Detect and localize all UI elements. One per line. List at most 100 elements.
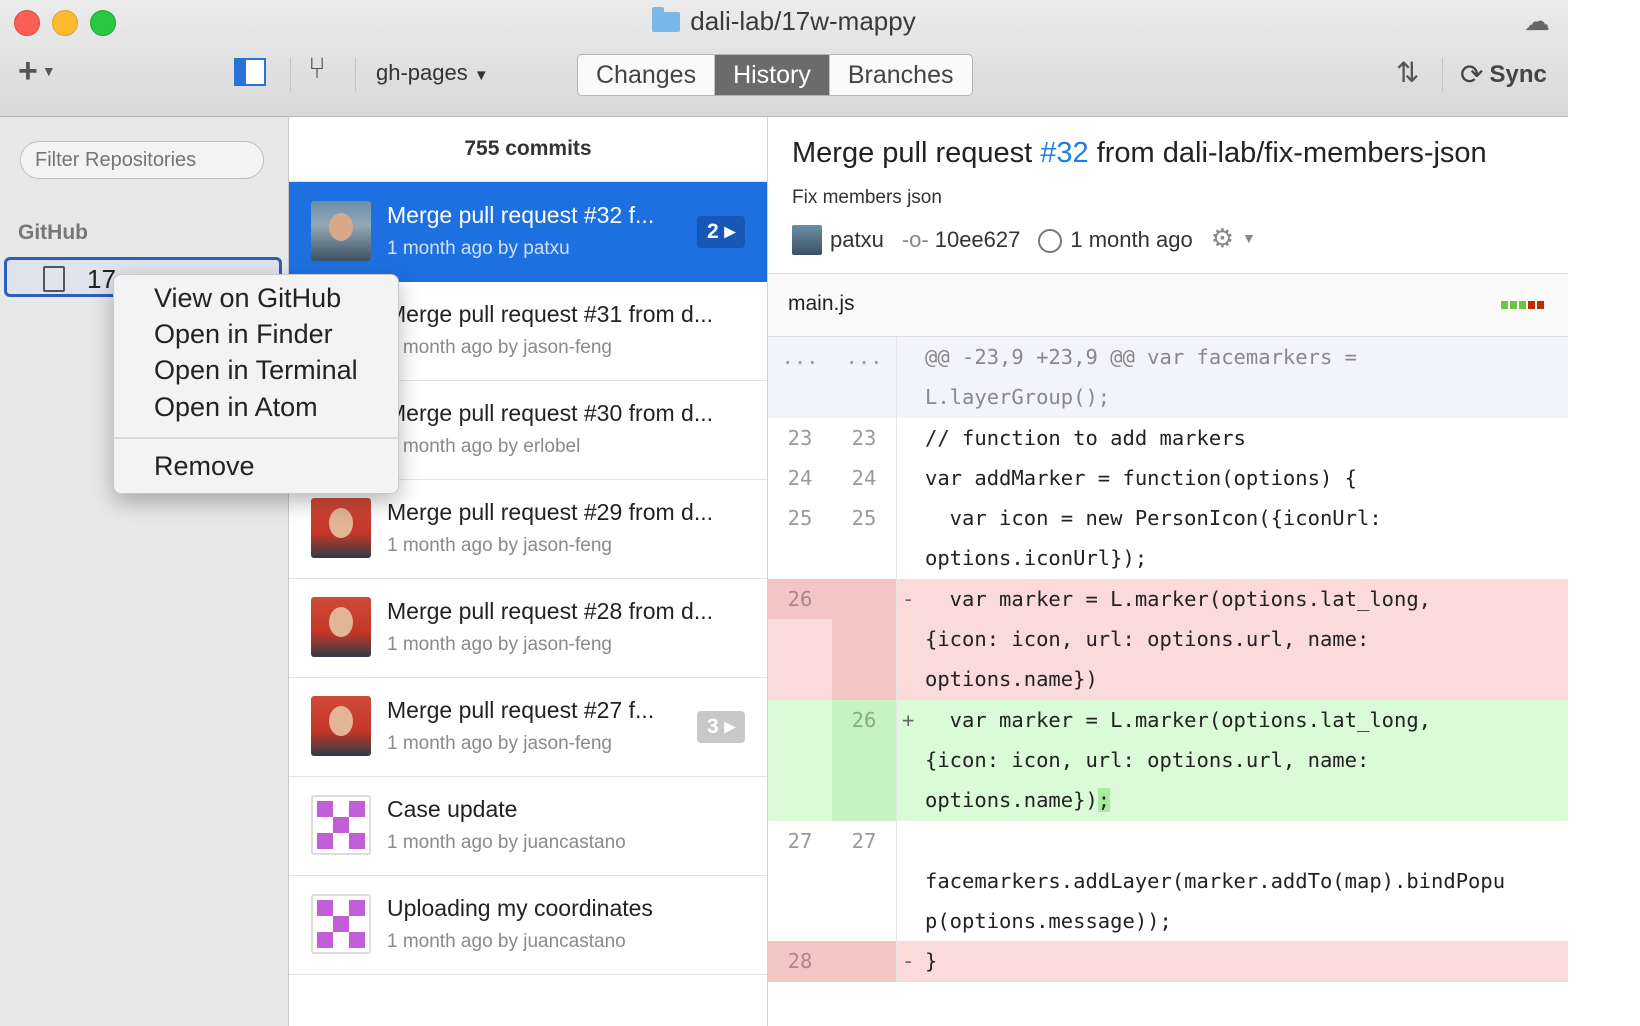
commit-time: 1 month ago [1070, 227, 1193, 252]
diff-stat-block [1501, 301, 1508, 309]
repo-icon [43, 266, 65, 292]
code-text: {icon: icon, url: options.url, name: [925, 747, 1370, 772]
commit-title: Merge pull request #32 f... [387, 202, 655, 228]
old-line-number: 27 [787, 828, 813, 853]
new-line-number [832, 901, 897, 942]
title-prefix: Merge pull request [792, 137, 1041, 169]
folder-icon [652, 7, 681, 32]
file-header[interactable]: main.js [768, 273, 1568, 337]
title-suffix: from dali-lab/fix-members-json [1088, 137, 1487, 169]
commit-title: Merge pull request #28 from d... [387, 598, 713, 624]
new-line-number [832, 538, 897, 579]
create-branch-icon[interactable]: ⑂ [308, 52, 326, 86]
commit-info-row: patxu -o- 10ee627 1 month ago ⚙ ▼ [792, 223, 1256, 257]
commit-row[interactable]: Merge pull request #28 from d... 1 month… [289, 578, 767, 678]
old-line-number: 26 [768, 578, 832, 620]
diff-line: 26 + var marker = L.marker(options.lat_lo… [768, 699, 1568, 740]
diff-stat [1501, 301, 1544, 309]
diff-stat-block [1537, 301, 1544, 309]
menu-item-open-in-terminal[interactable]: Open in Terminal [154, 355, 358, 386]
commit-title: Merge pull request #30 from d... [387, 400, 713, 426]
sidebar-toggle-icon[interactable] [234, 58, 266, 86]
avatar [311, 597, 371, 657]
commit-meta: 1 month ago by erlobel [387, 436, 581, 457]
commit-title: Merge pull request #29 from d... [387, 499, 713, 525]
commit-detail: Merge pull request #32 from dali-lab/fix… [768, 117, 1568, 1026]
commit-meta: 1 month ago by juancastano [387, 931, 626, 952]
old-line-number: 24 [787, 465, 813, 490]
new-line-number [832, 659, 897, 700]
diff-line: 23 23 // function to add markers [768, 417, 1568, 458]
code-text: } [925, 949, 938, 974]
diff-line: 25 25 var icon = new PersonIcon({iconUrl: [768, 498, 1568, 539]
window-title-text: dali-lab/17w-mappy [690, 6, 916, 36]
old-line-number: 28 [768, 941, 832, 982]
commit-row[interactable]: Case update 1 month ago by juancastano [289, 776, 767, 876]
commit-row[interactable]: Merge pull request #32 f... 1 month ago … [289, 182, 767, 282]
new-line-number [832, 619, 897, 660]
diff-line: options.name}) [768, 659, 1568, 700]
new-line-number: 26 [832, 699, 897, 740]
new-line-number [832, 780, 897, 821]
commit-count-badge[interactable]: 2 ▸ [697, 216, 745, 248]
file-name: main.js [788, 292, 855, 315]
diff-line: 26 - var marker = L.marker(options.lat_lo… [768, 578, 1568, 620]
diff-stat-block [1519, 301, 1526, 309]
cloud-upload-icon[interactable]: ☁ [1524, 6, 1550, 37]
menu-item-open-in-finder[interactable]: Open in Finder [154, 319, 333, 350]
commit-list: 755 commits Merge pull request #32 f... … [289, 117, 768, 1026]
commit-row[interactable]: Uploading my coordinates 1 month ago by … [289, 875, 767, 975]
new-line-number: ... [832, 337, 897, 378]
avatar [311, 696, 371, 756]
commit-meta: 1 month ago by patxu [387, 238, 570, 259]
menu-item-open-in-atom[interactable]: Open in Atom [154, 392, 318, 423]
diff-line: {icon: icon, url: options.url, name: [768, 619, 1568, 660]
code-text: var marker = L.marker(options.lat_long, [925, 707, 1432, 732]
new-line-number [832, 860, 897, 902]
diff-stat-block [1528, 301, 1535, 309]
commit-meta: 1 month ago by jason-feng [387, 634, 612, 655]
toolbar-divider [355, 58, 356, 92]
gear-icon[interactable]: ⚙ [1211, 223, 1234, 253]
chevron-down-icon: ▼ [473, 67, 489, 84]
pull-request-link[interactable]: #32 [1040, 137, 1088, 169]
sync-button[interactable]: ⟳ Sync [1460, 58, 1547, 91]
commit-row[interactable]: Merge pull request #27 f... 1 month ago … [289, 677, 767, 777]
diff-line: 24 24 var addMarker = function(options) { [768, 457, 1568, 499]
tab-branches[interactable]: Branches [830, 55, 972, 95]
commit-count-badge[interactable]: 3 ▸ [697, 711, 745, 743]
highlighted-change: ; [1097, 788, 1111, 813]
commit-title: Merge pull request #27 f... [387, 697, 655, 723]
desktop-background [1568, 0, 1640, 1026]
menu-item-remove[interactable]: Remove [154, 451, 255, 482]
filter-repositories-input[interactable] [20, 141, 264, 179]
repo-context-menu: View on GitHub Open in Finder Open in Te… [113, 274, 399, 494]
commit-row[interactable]: Merge pull request #29 from d... 1 month… [289, 479, 767, 579]
diff-line: ...... @@ -23,9 +23,9 @@ var facemarkers … [768, 337, 1568, 378]
commit-sha[interactable]: 10ee627 [935, 227, 1021, 252]
old-line-number: ... [781, 345, 819, 369]
commit-meta: 1 month ago by jason-feng [387, 337, 612, 358]
commit-title: Merge pull request #31 from d... [387, 301, 713, 327]
avatar [311, 498, 371, 558]
old-line-number: 25 [787, 506, 813, 531]
code-text: options.name}); [925, 780, 1111, 820]
new-line-number [832, 377, 897, 418]
avatar [792, 225, 822, 255]
tab-history[interactable]: History [715, 55, 830, 95]
add-repository-button[interactable]: + ▼ [18, 52, 56, 91]
diff-sign: + [902, 707, 915, 732]
code-text: options.name}) [925, 667, 1098, 692]
new-line-number: 25 [832, 498, 897, 539]
new-line-number [832, 578, 897, 620]
tab-changes[interactable]: Changes [578, 55, 716, 95]
chevron-down-icon[interactable]: ▼ [1242, 230, 1256, 246]
diff-line: 28 -} [768, 941, 1568, 982]
pull-request-icon[interactable]: ⇅ [1396, 56, 1419, 89]
commit-meta: 1 month ago by jason-feng [387, 733, 612, 754]
branch-selector[interactable]: gh-pages ▼ [376, 60, 489, 86]
menu-item-view-on-github[interactable]: View on GitHub [154, 283, 341, 314]
new-line-number [832, 941, 897, 982]
diff-line: options.name}); [768, 780, 1568, 821]
commit-meta: 1 month ago by jason-feng [387, 535, 612, 556]
